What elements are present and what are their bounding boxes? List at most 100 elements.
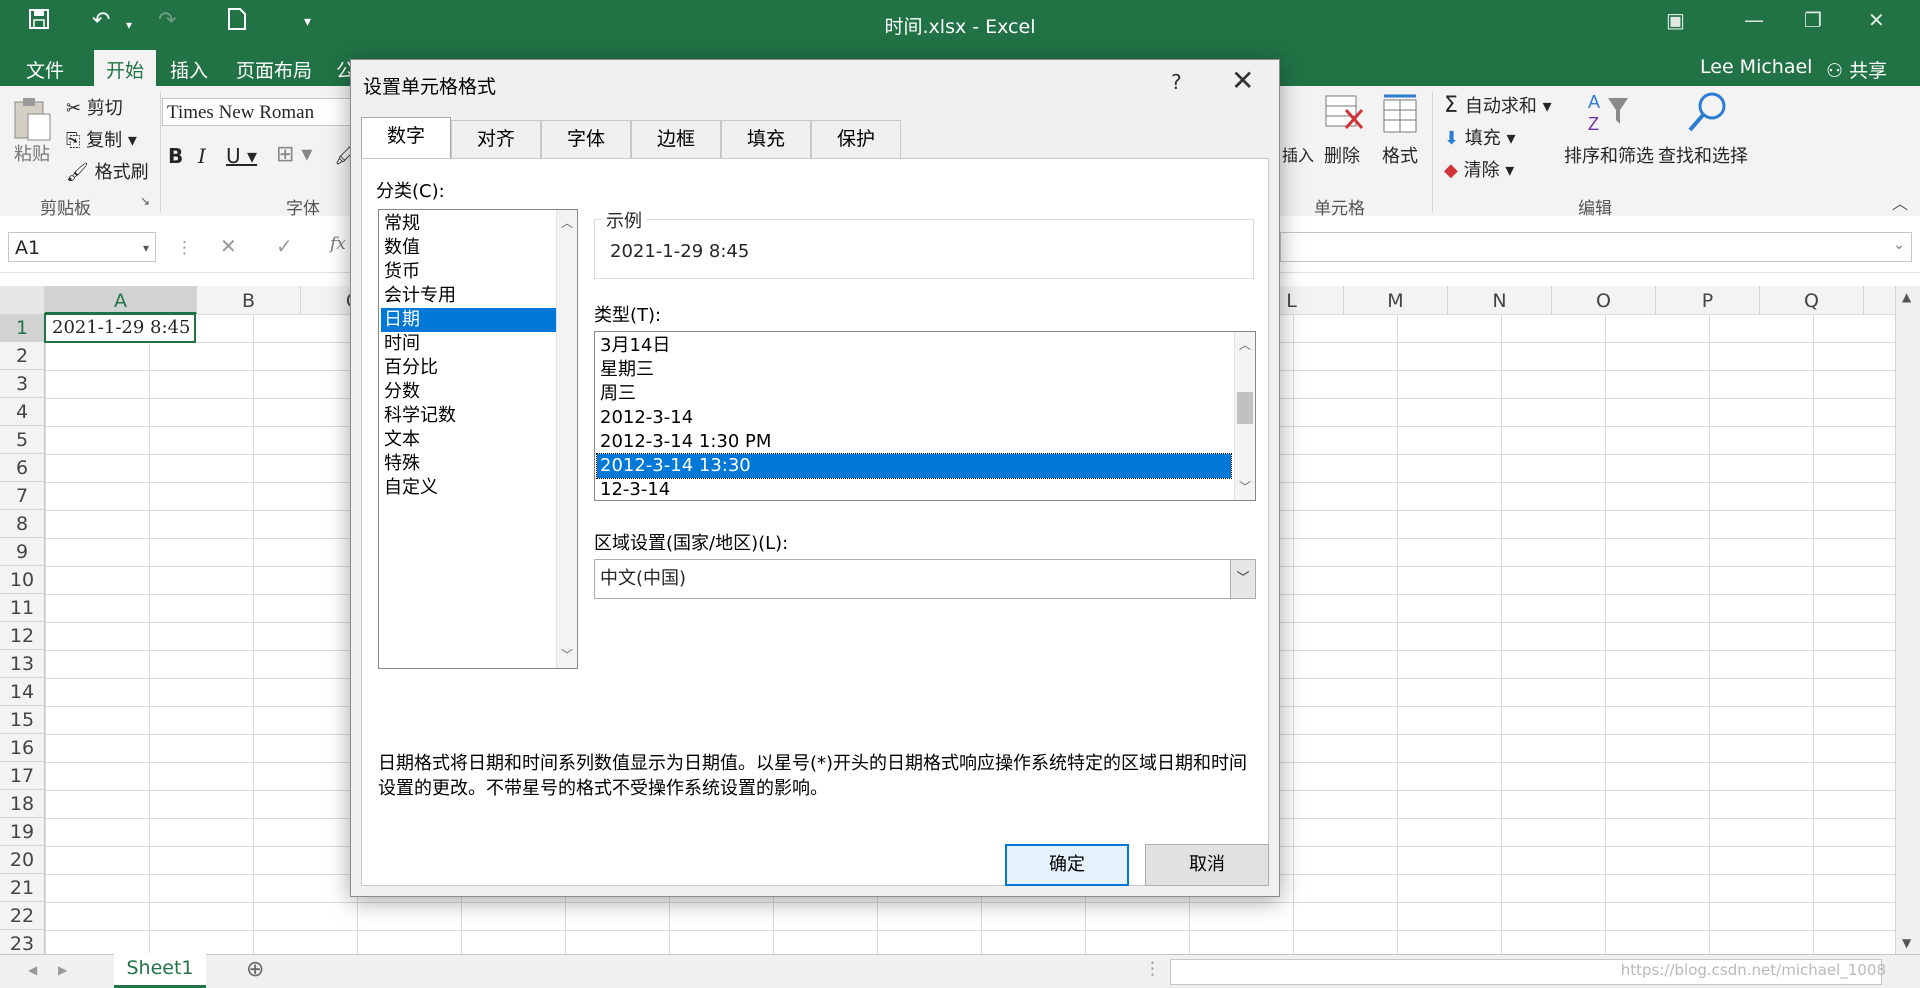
insert-function-icon[interactable]: fx <box>330 234 346 254</box>
ok-button[interactable]: 确定 <box>1005 844 1129 886</box>
column-header[interactable]: M <box>1344 286 1448 314</box>
row-header[interactable]: 15 <box>0 706 44 734</box>
sort-filter-icon[interactable]: AZ <box>1586 90 1630 139</box>
tab-home[interactable]: 开始 <box>94 50 157 88</box>
list-item[interactable]: 会计专用 <box>381 284 558 308</box>
tab-number[interactable]: 数字 <box>361 117 451 159</box>
tab-font[interactable]: 字体 <box>541 120 631 158</box>
list-item[interactable]: 货币 <box>381 260 558 284</box>
list-item-selected[interactable]: 2012-3-14 13:30 <box>596 453 1232 479</box>
row-header[interactable]: 20 <box>0 846 44 874</box>
tab-fill[interactable]: 填充 <box>721 120 811 158</box>
formula-input[interactable]: ⌄ <box>1280 232 1912 262</box>
add-sheet-icon[interactable]: ⊕ <box>246 957 264 982</box>
row-header[interactable]: 7 <box>0 482 44 510</box>
list-item-selected[interactable]: 日期 <box>381 308 558 332</box>
list-item[interactable]: 特殊 <box>381 452 558 476</box>
locale-select[interactable]: 中文(中国) ﹀ <box>594 559 1256 599</box>
font-name-box[interactable]: Times New Roman <box>162 98 352 126</box>
format-cells-icon[interactable] <box>1378 92 1422 141</box>
tab-page-layout[interactable]: 页面布局 <box>226 54 322 85</box>
prev-sheet-icon[interactable]: ◀ <box>28 963 37 977</box>
row-header[interactable]: 8 <box>0 510 44 538</box>
cancel-button[interactable]: 取消 <box>1145 844 1269 886</box>
fill-button[interactable]: ⬇ 填充 ▾ <box>1444 124 1516 150</box>
italic-button[interactable]: I <box>198 144 206 168</box>
type-list[interactable]: 3月14日 星期三 周三 2012-3-14 2012-3-14 1:30 PM… <box>594 331 1256 501</box>
close-icon[interactable]: ✕ <box>1868 8 1885 32</box>
chevron-up-icon[interactable]: ︿ <box>1235 336 1255 353</box>
chevron-down-icon[interactable]: ﹀ <box>1235 478 1255 495</box>
list-item[interactable]: 文本 <box>381 428 558 452</box>
share-button[interactable]: ⚇ 共享 <box>1816 54 1897 85</box>
row-header[interactable]: 19 <box>0 818 44 846</box>
list-item[interactable]: 时间 <box>381 332 558 356</box>
help-button[interactable]: ? <box>1171 70 1182 94</box>
list-item[interactable]: 12-3-14 <box>597 478 1231 500</box>
row-header[interactable]: 10 <box>0 566 44 594</box>
column-header[interactable]: O <box>1552 286 1656 314</box>
cell-a1[interactable]: 2021-1-29 8:45 <box>44 313 196 343</box>
chevron-down-icon[interactable]: ﹀ <box>557 646 577 663</box>
row-header[interactable]: 3 <box>0 370 44 398</box>
name-box[interactable]: A1 ▾ <box>8 232 156 262</box>
scroll-down-icon[interactable]: ▼ <box>1902 936 1911 950</box>
tab-protection[interactable]: 保护 <box>811 120 901 158</box>
column-header[interactable]: N <box>1448 286 1552 314</box>
tab-alignment[interactable]: 对齐 <box>451 120 541 158</box>
list-item[interactable]: 常规 <box>381 212 558 236</box>
list-item[interactable]: 自定义 <box>381 476 558 500</box>
scroll-up-icon[interactable]: ▲ <box>1902 290 1911 304</box>
bold-button[interactable]: B <box>168 144 183 168</box>
tab-file[interactable]: 文件 <box>16 54 74 85</box>
copy-button[interactable]: ⎘ 复制 ▾ <box>66 126 137 152</box>
scroll-thumb[interactable] <box>1237 392 1253 424</box>
row-header[interactable]: 6 <box>0 454 44 482</box>
row-header[interactable]: 22 <box>0 902 44 930</box>
magnifier-icon[interactable] <box>1686 90 1730 139</box>
ribbon-display-icon[interactable]: ▣ <box>1666 8 1685 32</box>
format-cells-button[interactable]: 格式 <box>1382 142 1418 168</box>
list-item[interactable]: 数值 <box>381 236 558 260</box>
row-header[interactable]: 18 <box>0 790 44 818</box>
row-header[interactable]: 16 <box>0 734 44 762</box>
dialog-launcher-icon[interactable]: ↘ <box>140 194 150 208</box>
row-header[interactable]: 5 <box>0 426 44 454</box>
autosum-button[interactable]: Σ 自动求和 ▾ <box>1444 92 1552 118</box>
column-header[interactable]: A <box>45 286 197 314</box>
next-sheet-icon[interactable]: ▶ <box>58 963 67 977</box>
row-header[interactable]: 14 <box>0 678 44 706</box>
find-select-button[interactable]: 查找和选择 <box>1658 142 1748 168</box>
list-item[interactable]: 3月14日 <box>597 334 1231 358</box>
list-item[interactable]: 2012-3-14 <box>597 406 1231 430</box>
tab-border[interactable]: 边框 <box>631 120 721 158</box>
expand-formula-icon[interactable]: ⌄ <box>1893 237 1905 253</box>
row-header[interactable]: 4 <box>0 398 44 426</box>
minimize-icon[interactable]: — <box>1744 8 1764 32</box>
list-item[interactable]: 科学记数 <box>381 404 558 428</box>
maximize-icon[interactable]: ❐ <box>1804 8 1822 32</box>
row-header[interactable]: 21 <box>0 874 44 902</box>
sheet-tab-sheet1[interactable]: Sheet1 <box>114 953 206 988</box>
chevron-up-icon[interactable]: ︿ <box>557 214 577 231</box>
row-header[interactable]: 12 <box>0 622 44 650</box>
type-scrollbar[interactable]: ︿ ﹀ <box>1234 332 1255 500</box>
sort-filter-button[interactable]: 排序和筛选 <box>1564 142 1654 168</box>
list-item[interactable]: 星期三 <box>597 358 1231 382</box>
row-header[interactable]: 17 <box>0 762 44 790</box>
list-item[interactable]: 分数 <box>381 380 558 404</box>
row-header[interactable]: 1 <box>0 314 44 342</box>
tab-insert[interactable]: 插入 <box>160 54 218 85</box>
category-scrollbar[interactable]: ︿ ﹀ <box>556 210 577 668</box>
cut-button[interactable]: ✂ 剪切 <box>66 94 123 120</box>
clear-button[interactable]: ◆ 清除 ▾ <box>1444 156 1514 182</box>
row-header[interactable]: 2 <box>0 342 44 370</box>
category-list[interactable]: 常规 数值 货币 会计专用 日期 时间 百分比 分数 科学记数 文本 特殊 自定… <box>378 209 578 669</box>
column-header[interactable]: B <box>197 286 301 314</box>
chevron-down-icon[interactable]: ﹀ <box>1230 560 1255 598</box>
vertical-scrollbar[interactable]: ▲ ▼ <box>1895 286 1920 954</box>
list-item[interactable]: 百分比 <box>381 356 558 380</box>
delete-cells-icon[interactable] <box>1322 92 1366 141</box>
border-icon[interactable]: ⊞ ▾ <box>276 142 312 167</box>
row-header[interactable]: 11 <box>0 594 44 622</box>
